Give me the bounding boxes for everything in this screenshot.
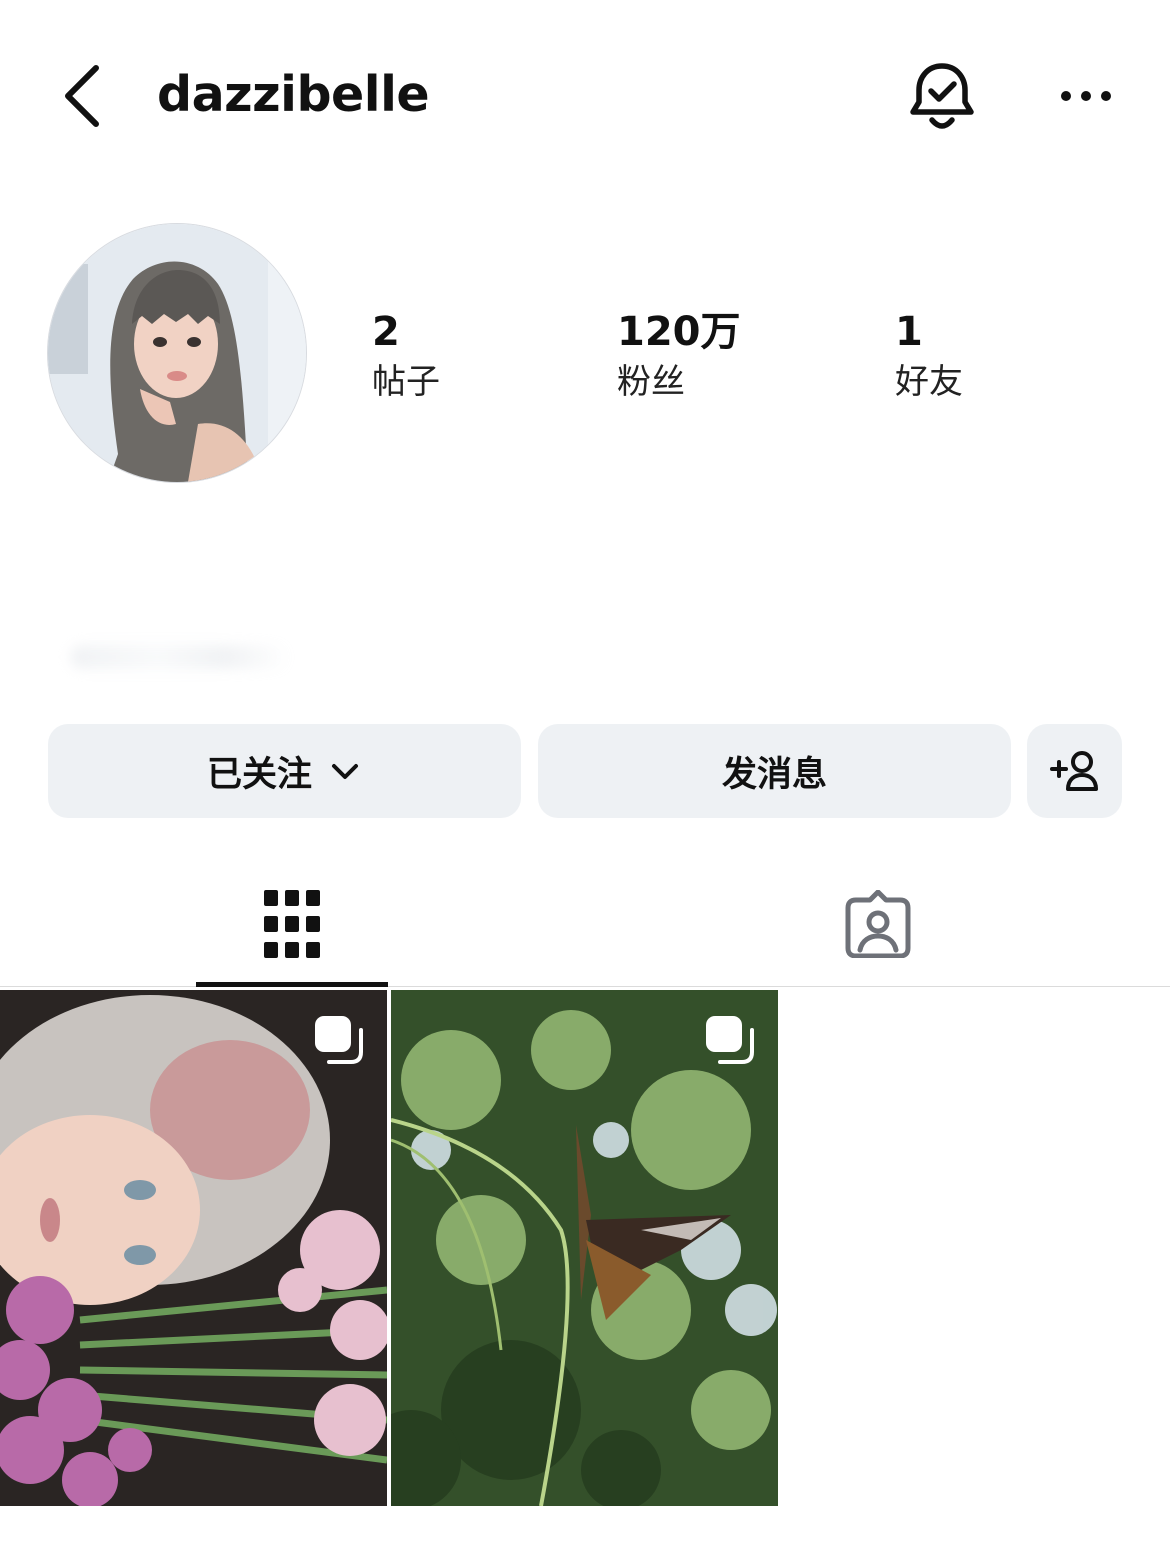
profile-photo bbox=[48, 224, 306, 482]
posts-count[interactable]: 2 帖子 bbox=[372, 306, 440, 406]
friends-count-label: 好友 bbox=[895, 362, 963, 402]
posts-count-value: 2 bbox=[372, 309, 400, 355]
tabs-divider bbox=[0, 986, 1170, 987]
tagged-person-icon bbox=[845, 890, 911, 958]
chevron-down-icon bbox=[332, 764, 358, 779]
more-options-button[interactable] bbox=[1052, 76, 1122, 116]
carousel-icon bbox=[315, 1016, 363, 1064]
posts-count-label: 帖子 bbox=[372, 362, 440, 402]
post-thumbnail[interactable] bbox=[0, 990, 387, 1506]
chevron-left-icon bbox=[65, 65, 99, 127]
following-button[interactable]: 已关注 bbox=[48, 724, 521, 818]
friends-count[interactable]: 1 好友 bbox=[895, 306, 963, 406]
followers-count-value: 120万 bbox=[617, 309, 741, 355]
profile-username: dazzibelle bbox=[157, 66, 430, 123]
active-tab-indicator bbox=[196, 982, 388, 987]
bell-check-icon bbox=[910, 63, 974, 129]
bio-placeholder bbox=[70, 645, 290, 669]
add-friend-button[interactable] bbox=[1027, 724, 1122, 818]
friends-count-value: 1 bbox=[895, 309, 923, 355]
tab-posts-grid[interactable] bbox=[196, 860, 388, 988]
post-photo bbox=[0, 990, 387, 1506]
post-thumbnail[interactable] bbox=[391, 990, 778, 1506]
post-photo bbox=[391, 990, 778, 1506]
notifications-button[interactable] bbox=[905, 58, 979, 136]
tab-tagged[interactable] bbox=[780, 860, 976, 988]
following-button-label: 已关注 bbox=[206, 754, 312, 795]
grid-icon bbox=[264, 890, 320, 958]
carousel-icon bbox=[706, 1016, 754, 1064]
add-person-icon bbox=[1049, 751, 1098, 791]
avatar[interactable] bbox=[48, 224, 306, 482]
message-button-label: 发消息 bbox=[721, 754, 827, 795]
ellipsis-icon bbox=[1061, 91, 1111, 101]
followers-count[interactable]: 120万 粉丝 bbox=[617, 306, 741, 406]
followers-count-label: 粉丝 bbox=[617, 362, 685, 402]
message-button[interactable]: 发消息 bbox=[538, 724, 1011, 818]
back-button[interactable] bbox=[52, 58, 112, 138]
